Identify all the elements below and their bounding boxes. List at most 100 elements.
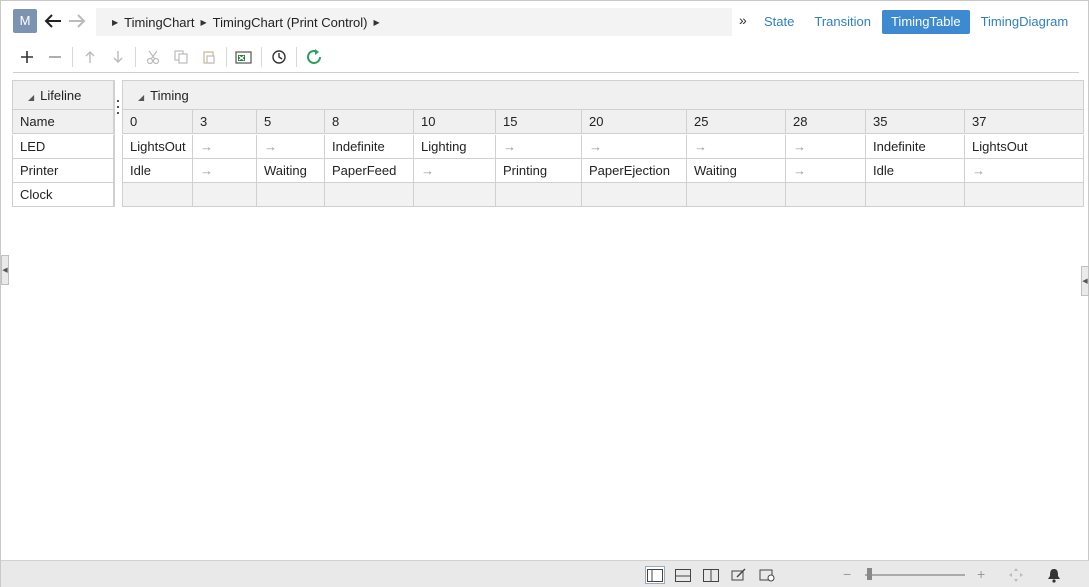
zoom-slider-track[interactable] — [865, 574, 965, 576]
timing-cell[interactable]: Idle — [866, 159, 965, 183]
timing-cell[interactable]: → — [965, 159, 1084, 183]
timing-cell[interactable]: → — [582, 135, 687, 159]
tab-transition[interactable]: Transition — [805, 10, 880, 34]
fit-to-window-icon[interactable] — [1006, 566, 1026, 584]
timing-cell[interactable]: LightsOut — [122, 135, 193, 159]
model-button[interactable]: M — [13, 9, 37, 33]
back-arrow-icon[interactable] — [42, 9, 64, 33]
breadcrumb-item[interactable]: TimingChart (Print Control) — [213, 15, 368, 30]
timing-cell[interactable]: LightsOut — [965, 135, 1084, 159]
collapse-triangle-icon[interactable]: ◢ — [138, 93, 144, 102]
breadcrumb-caret-icon: ▶ — [373, 17, 380, 27]
time-column-header[interactable]: 35 — [866, 110, 965, 134]
timing-cell[interactable] — [122, 183, 193, 207]
timing-cell[interactable]: → — [193, 159, 257, 183]
breadcrumb-caret-icon: ▶ — [200, 17, 207, 27]
time-column-header[interactable]: 15 — [496, 110, 582, 134]
copy-icon[interactable] — [167, 44, 195, 70]
timing-cell[interactable]: PaperEjection — [582, 159, 687, 183]
refresh-icon[interactable] — [300, 44, 328, 70]
move-up-icon[interactable] — [76, 44, 104, 70]
timing-cell[interactable]: Lighting — [414, 135, 496, 159]
time-column-header[interactable]: 0 — [122, 110, 193, 134]
app-window: M ▶ TimingChart ▶ TimingChart (Print Con… — [0, 0, 1089, 587]
timing-cell[interactable]: → — [496, 135, 582, 159]
history-icon[interactable] — [265, 44, 293, 70]
timing-group-header[interactable]: ◢ Timing — [122, 80, 1084, 110]
time-column-header[interactable]: 28 — [786, 110, 866, 134]
timing-cell[interactable]: Printing — [496, 159, 582, 183]
splitter-grip-icon[interactable] — [117, 100, 119, 114]
layout-left-pane-icon[interactable] — [645, 566, 665, 584]
timing-cell[interactable] — [866, 183, 965, 207]
toolbar-divider-line — [13, 72, 1079, 73]
breadcrumb-caret-icon: ▶ — [112, 17, 119, 27]
forward-arrow-icon[interactable] — [66, 9, 88, 33]
right-panel-toggle-icon[interactable]: ◀ — [1081, 266, 1089, 296]
left-panel-toggle-icon[interactable]: ◀ — [1, 255, 9, 285]
timing-cell[interactable] — [496, 183, 582, 207]
timing-cell[interactable]: Indefinite — [325, 135, 414, 159]
edit-diagram-icon[interactable] — [729, 566, 749, 584]
row-name-clock[interactable]: Clock — [12, 183, 114, 207]
layout-split-pane-icon[interactable] — [701, 566, 721, 584]
timing-cell[interactable] — [786, 183, 866, 207]
time-column-header[interactable]: 25 — [687, 110, 786, 134]
timing-cell[interactable] — [193, 183, 257, 207]
timing-cell[interactable]: Waiting — [257, 159, 325, 183]
tab-timingtable[interactable]: TimingTable — [881, 10, 970, 34]
timing-cell[interactable]: Indefinite — [866, 135, 965, 159]
timing-cell[interactable]: → — [786, 135, 866, 159]
zoom-in-button[interactable]: + — [977, 566, 985, 582]
time-column-header[interactable]: 10 — [414, 110, 496, 134]
toolbar-divider — [135, 47, 136, 67]
name-column-header[interactable]: Name — [12, 110, 114, 134]
move-down-icon[interactable] — [104, 44, 132, 70]
time-column-header[interactable]: 20 — [582, 110, 687, 134]
timing-cell[interactable]: Idle — [122, 159, 193, 183]
timing-cell[interactable] — [414, 183, 496, 207]
breadcrumb: ▶ TimingChart ▶ TimingChart (Print Contr… — [96, 8, 732, 36]
row-name-printer[interactable]: Printer — [12, 159, 114, 183]
timing-cell[interactable] — [257, 183, 325, 207]
tab-timingdiagram[interactable]: TimingDiagram — [972, 10, 1078, 34]
timing-cell[interactable]: → — [786, 159, 866, 183]
top-bar: M ▶ TimingChart ▶ TimingChart (Print Con… — [1, 1, 1089, 41]
view-tabs: State Transition TimingTable TimingDiagr… — [755, 10, 1079, 34]
timing-cell[interactable]: PaperFeed — [325, 159, 414, 183]
timing-cell[interactable]: → — [687, 135, 786, 159]
paste-icon[interactable] — [195, 44, 223, 70]
timing-cell[interactable]: → — [414, 159, 496, 183]
timing-cell[interactable] — [325, 183, 414, 207]
diagram-settings-icon[interactable] — [757, 566, 777, 584]
breadcrumb-item[interactable]: TimingChart — [124, 15, 194, 30]
toolbar-divider — [296, 47, 297, 67]
collapse-triangle-icon[interactable]: ◢ — [28, 93, 34, 102]
toolbar-divider — [72, 47, 73, 67]
add-icon[interactable] — [13, 44, 41, 70]
timing-cell[interactable]: → — [257, 135, 325, 159]
cut-icon[interactable] — [139, 44, 167, 70]
zoom-out-button[interactable]: − — [843, 566, 851, 582]
timing-cell[interactable]: Waiting — [687, 159, 786, 183]
time-column-header[interactable]: 3 — [193, 110, 257, 134]
remove-icon[interactable] — [41, 44, 69, 70]
layout-bottom-pane-icon[interactable] — [673, 566, 693, 584]
row-name-led[interactable]: LED — [12, 135, 114, 159]
timing-cell[interactable]: → — [193, 135, 257, 159]
excel-export-icon[interactable] — [230, 44, 258, 70]
more-tabs-button[interactable]: » — [739, 12, 747, 28]
lifeline-group-header[interactable]: ◢ Lifeline — [12, 80, 114, 110]
toolbar-divider — [261, 47, 262, 67]
tab-state[interactable]: State — [755, 10, 803, 34]
timing-cell[interactable] — [687, 183, 786, 207]
timing-cell[interactable] — [965, 183, 1084, 207]
time-column-header[interactable]: 37 — [965, 110, 1084, 134]
timing-cell[interactable] — [582, 183, 687, 207]
status-bar: − + — [1, 560, 1089, 587]
zoom-slider-thumb[interactable] — [867, 568, 872, 580]
time-column-header[interactable]: 5 — [257, 110, 325, 134]
toolbar-divider — [226, 47, 227, 67]
time-column-header[interactable]: 8 — [325, 110, 414, 134]
notification-bell-icon[interactable] — [1044, 566, 1064, 584]
